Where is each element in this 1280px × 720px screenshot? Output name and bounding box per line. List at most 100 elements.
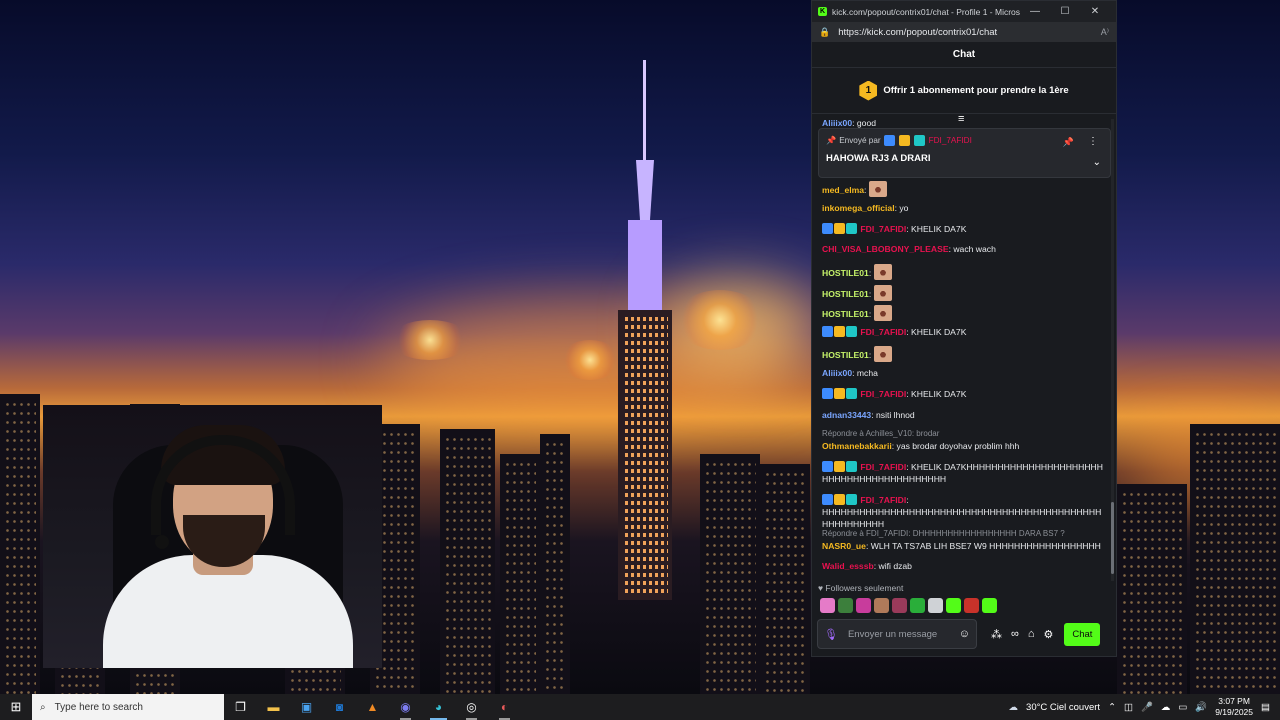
- sub-count-badge: 1: [859, 80, 878, 101]
- emote-chat-icon[interactable]: [982, 598, 997, 613]
- minimize-button[interactable]: —: [1020, 6, 1050, 17]
- chat-username[interactable]: FDI_7AFIDI: [860, 327, 906, 337]
- chat-message: FDI_7AFIDI: KHELIK DA7K: [822, 223, 1107, 235]
- clock[interactable]: 3:07 PM 9/19/2025: [1215, 696, 1253, 718]
- lock-icon[interactable]: 🔒: [819, 27, 830, 38]
- pin-icon[interactable]: 📌: [1063, 137, 1074, 148]
- mic-tray-icon[interactable]: 🎤: [1141, 702, 1153, 713]
- address-bar[interactable]: 🔒 https://kick.com/popout/contrix01/chat…: [812, 22, 1116, 42]
- chat-scrollbar[interactable]: [1111, 119, 1114, 581]
- weather-text[interactable]: 30°C Ciel couvert: [1026, 702, 1100, 713]
- clock-date: 9/19/2025: [1215, 707, 1254, 717]
- onedrive-icon[interactable]: ☁: [1161, 702, 1171, 713]
- taskbar-search[interactable]: ⌕ Type here to search: [32, 694, 224, 720]
- gift-sub-banner[interactable]: 1 Offrir 1 abonnement pour prendre la 1è…: [812, 68, 1116, 114]
- followers-only-text: Followers seulement: [825, 583, 904, 593]
- emote-face-icon[interactable]: [873, 264, 892, 280]
- obs-icon[interactable]: ◎: [455, 694, 488, 720]
- emote-bar: [820, 598, 997, 613]
- notifications-icon[interactable]: ▤: [1261, 702, 1270, 713]
- chat-username[interactable]: CHI_VISA_LBOBONY_PLEASE: [822, 244, 949, 254]
- emote-angry-icon[interactable]: [964, 598, 979, 613]
- chat-username[interactable]: HOSTILE01: [822, 289, 869, 299]
- chat-username[interactable]: adnan33443: [822, 410, 871, 420]
- volume-icon[interactable]: 🔊: [1195, 702, 1207, 713]
- chat-username[interactable]: HOSTILE01: [822, 350, 869, 360]
- message-input-box[interactable]: 🎙 ☺: [817, 619, 977, 649]
- close-button[interactable]: ✕: [1080, 6, 1110, 17]
- pinned-username[interactable]: FDI_7AFIDI: [929, 136, 972, 145]
- meet-icon[interactable]: ◫: [1124, 702, 1133, 713]
- kicks-icon[interactable]: ⁂: [991, 628, 1002, 641]
- crown-badge-icon: [834, 223, 845, 234]
- building: [500, 454, 540, 694]
- headset-mic: [155, 535, 169, 549]
- chat-tools: ⁂ ∞ ⌂ ⚙: [991, 628, 1053, 641]
- store-icon[interactable]: ⌂: [1028, 628, 1035, 640]
- weather-icon[interactable]: ☁: [1009, 702, 1019, 713]
- chat-username[interactable]: FDI_7AFIDI: [860, 224, 906, 234]
- emote-face-icon[interactable]: [873, 346, 892, 362]
- maximize-button[interactable]: ☐: [1050, 6, 1080, 17]
- emoji-icon[interactable]: ☺: [959, 628, 970, 640]
- url-text[interactable]: https://kick.com/popout/contrix01/chat: [838, 27, 1101, 38]
- chat-username[interactable]: inkomega_official: [822, 203, 895, 213]
- chat-username[interactable]: Aliiix00: [822, 119, 852, 128]
- emote-face-icon[interactable]: [874, 598, 889, 613]
- chat-username[interactable]: med_elma: [822, 185, 864, 195]
- chat-username[interactable]: FDI_7AFIDI: [860, 389, 906, 399]
- emote-skull-icon[interactable]: [928, 598, 943, 613]
- verified-badge-icon: [822, 326, 833, 337]
- vlc-icon[interactable]: ▲: [356, 694, 389, 720]
- chevron-down-icon[interactable]: ⌄: [1093, 157, 1101, 168]
- emote-frog-icon[interactable]: [838, 598, 853, 613]
- chat-username[interactable]: HOSTILE01: [822, 309, 869, 319]
- chat-username[interactable]: FDI_7AFIDI: [860, 495, 906, 505]
- chat-username[interactable]: HOSTILE01: [822, 268, 869, 278]
- microphone-icon[interactable]: 🎙: [824, 628, 838, 641]
- kick-favicon-icon: K: [818, 7, 827, 16]
- chevron-up-icon[interactable]: ⌃: [1108, 702, 1116, 713]
- network-icon[interactable]: ▭: [1178, 702, 1187, 713]
- chat-username[interactable]: Othmanebakkarii: [822, 441, 892, 451]
- chat-username[interactable]: Aliiix00: [822, 368, 852, 378]
- pinned-message[interactable]: 📌 Envoyé par FDI_7AFIDI HAHOWA RJ3 A DRA…: [818, 128, 1111, 178]
- emote-ball-icon[interactable]: [892, 598, 907, 613]
- task-view-icon[interactable]: ❐: [224, 694, 257, 720]
- emote-kick-icon[interactable]: [946, 598, 961, 613]
- edge-icon[interactable]: ◕: [422, 694, 455, 720]
- file-explorer-icon[interactable]: ▬: [257, 694, 290, 720]
- scrollbar-thumb[interactable]: [1111, 502, 1114, 574]
- reply-label[interactable]: Répondre à FDI_7AFIDI: DHHHHHHHHHHHHHHHH…: [822, 529, 1065, 538]
- message-input[interactable]: [847, 628, 949, 640]
- chat-username[interactable]: Walid_esssb: [822, 561, 874, 571]
- chat-message: FDI_7AFIDI: KHELIK DA7K: [822, 326, 1107, 338]
- settings-gear-icon[interactable]: ⚙: [1044, 628, 1054, 641]
- outlook-icon[interactable]: ◙: [323, 694, 356, 720]
- emote-pink-icon[interactable]: [856, 598, 871, 613]
- crown-badge-icon: [834, 494, 845, 505]
- window-titlebar[interactable]: K kick.com/popout/contrix01/chat - Profi…: [812, 1, 1116, 22]
- browser-icon[interactable]: ◐: [488, 694, 521, 720]
- emote-face-icon[interactable]: [873, 305, 892, 321]
- reply-label[interactable]: Répondre à Achilles_V10: brodar: [822, 429, 939, 438]
- read-aloud-icon[interactable]: A⁾: [1101, 27, 1109, 38]
- chat-message: HOSTILE01:: [822, 305, 1107, 321]
- chat-text: KHELIK DA7K: [911, 224, 967, 234]
- emote-green-icon[interactable]: [910, 598, 925, 613]
- emote-face-icon[interactable]: [868, 181, 887, 197]
- infinity-icon[interactable]: ∞: [1011, 628, 1019, 640]
- chat-message-list[interactable]: Aliiix00: good med_elma: inkomega_offici…: [812, 119, 1112, 581]
- chat-username[interactable]: FDI_7AFIDI: [860, 462, 906, 472]
- windows-start-icon[interactable]: ⊞: [0, 694, 32, 720]
- more-options-icon[interactable]: ⋮: [1088, 136, 1098, 147]
- store-icon[interactable]: ▣: [290, 694, 323, 720]
- followers-only-notice: ♥ Followers seulement: [818, 583, 903, 593]
- crown-badge-icon: [834, 326, 845, 337]
- emote-face-icon[interactable]: [873, 285, 892, 301]
- emote-ribbon-icon[interactable]: [820, 598, 835, 613]
- chat-username[interactable]: NASR0_ue: [822, 541, 866, 551]
- discord-icon[interactable]: ◉: [389, 694, 422, 720]
- chat-text: yas brodar doyohav problim hhh: [896, 441, 1020, 451]
- send-chat-button[interactable]: Chat: [1064, 622, 1101, 646]
